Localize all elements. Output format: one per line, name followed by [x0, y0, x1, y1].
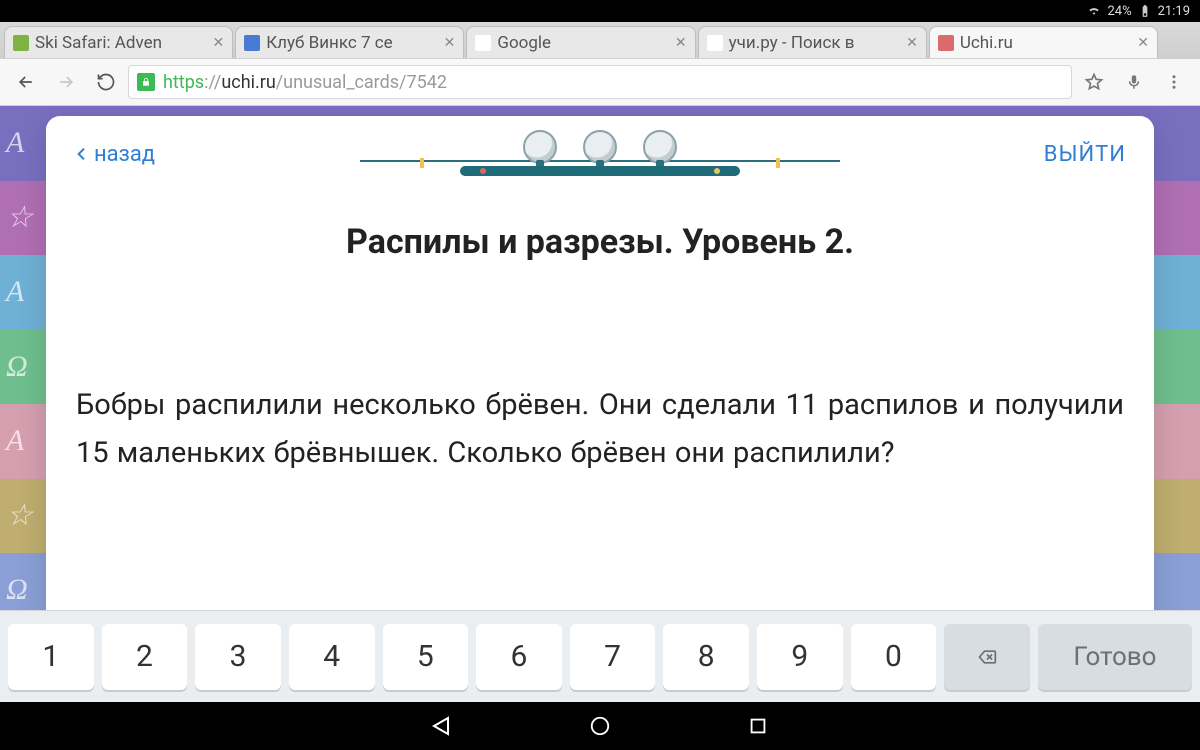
android-recents-button[interactable] — [744, 712, 772, 740]
address-bar[interactable]: https://uchi.ru/unusual_cards/7542 — [128, 65, 1072, 99]
header-illustration — [420, 130, 780, 186]
exit-link-label: ВЫЙТИ — [1044, 142, 1126, 167]
task-body: Бобры распилили несколько брёвен. Они сд… — [74, 382, 1126, 478]
favicon-icon — [13, 35, 29, 51]
key-done[interactable]: Готово — [1038, 624, 1192, 690]
android-back-button[interactable] — [428, 712, 456, 740]
tab-close-icon[interactable]: ✕ — [906, 35, 918, 51]
key-3[interactable]: 3 — [195, 624, 281, 690]
tab-label: Клуб Винкс 7 се — [266, 33, 437, 53]
key-5[interactable]: 5 — [383, 624, 469, 690]
tab-label: учи.ру - Поиск в — [729, 33, 900, 53]
tab-close-icon[interactable]: ✕ — [1137, 35, 1149, 51]
chrome-menu-icon[interactable] — [1156, 64, 1192, 100]
bookmark-star-icon[interactable] — [1076, 64, 1112, 100]
browser-tab[interactable]: учи.ру - Поиск в ✕ — [698, 26, 927, 58]
key-backspace[interactable] — [944, 624, 1030, 690]
microphone-icon[interactable] — [1116, 64, 1152, 100]
key-1[interactable]: 1 — [8, 624, 94, 690]
clock: 21:19 — [1158, 4, 1190, 19]
key-7[interactable]: 7 — [570, 624, 656, 690]
task-title: Распилы и разрезы. Уровень 2. — [74, 222, 1126, 262]
browser-tab[interactable]: Uchi.ru ✕ — [929, 26, 1158, 58]
battery-percent: 24% — [1107, 4, 1131, 19]
reload-button[interactable] — [88, 64, 124, 100]
battery-icon — [1138, 4, 1152, 18]
android-status-bar: 24% 21:19 — [0, 0, 1200, 22]
browser-tab[interactable]: Google ✕ — [466, 26, 695, 58]
onscreen-keyboard: 1234567890 Готово — [0, 610, 1200, 702]
nav-back-button[interactable] — [8, 64, 44, 100]
key-6[interactable]: 6 — [476, 624, 562, 690]
key-9[interactable]: 9 — [757, 624, 843, 690]
browser-chrome: Ski Safari: Adven✕Клуб Винкс 7 се✕Google… — [0, 22, 1200, 106]
tabstrip: Ski Safari: Adven✕Клуб Винкс 7 се✕Google… — [0, 22, 1200, 58]
wifi-icon — [1087, 4, 1101, 18]
tab-close-icon[interactable]: ✕ — [212, 35, 224, 51]
favicon-icon — [475, 35, 491, 51]
favicon-icon — [938, 35, 954, 51]
tab-label: Google — [497, 33, 668, 53]
key-0[interactable]: 0 — [851, 624, 937, 690]
favicon-icon — [244, 35, 260, 51]
exit-link[interactable]: ВЫЙТИ — [1044, 142, 1126, 167]
android-nav-bar — [0, 702, 1200, 750]
tab-close-icon[interactable]: ✕ — [444, 35, 456, 51]
tab-label: Ski Safari: Adven — [35, 33, 206, 53]
android-home-button[interactable] — [586, 712, 614, 740]
browser-tab[interactable]: Ski Safari: Adven ✕ — [4, 26, 233, 58]
browser-toolbar: https://uchi.ru/unusual_cards/7542 — [0, 58, 1200, 106]
key-2[interactable]: 2 — [102, 624, 188, 690]
tab-close-icon[interactable]: ✕ — [675, 35, 687, 51]
favicon-icon — [707, 35, 723, 51]
url-text: https://uchi.ru/unusual_cards/7542 — [163, 72, 447, 93]
browser-tab[interactable]: Клуб Винкс 7 се ✕ — [235, 26, 464, 58]
tab-label: Uchi.ru — [960, 33, 1131, 53]
back-link-label: назад — [94, 142, 155, 167]
back-link[interactable]: назад — [74, 142, 155, 167]
nav-forward-button[interactable] — [48, 64, 84, 100]
key-8[interactable]: 8 — [663, 624, 749, 690]
key-4[interactable]: 4 — [289, 624, 375, 690]
lock-icon — [137, 73, 155, 91]
